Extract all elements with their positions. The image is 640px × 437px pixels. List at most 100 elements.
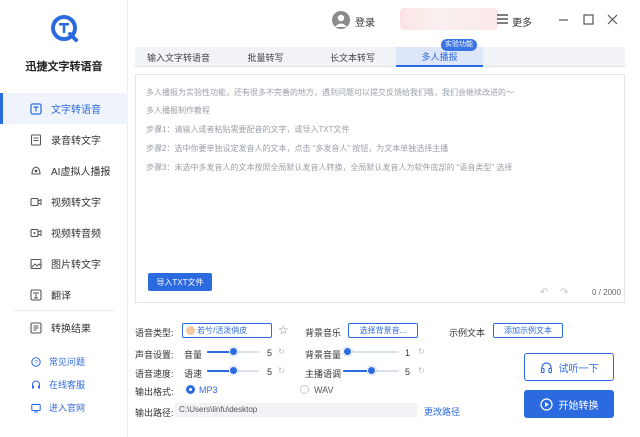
more-menu[interactable]: 更多 xyxy=(512,14,532,29)
speed-slider[interactable] xyxy=(207,365,259,377)
sidebar-item-recording-to-text[interactable]: 录音转文字 xyxy=(0,124,128,155)
tone-slider[interactable] xyxy=(343,365,399,377)
text-editor[interactable]: 多人播报为实验性功能，还有很多不完善的地方，遇到问题可以提交反馈给我们哦，我们会… xyxy=(135,74,625,303)
tab-bar: 输入文字转语音 批量转写 长文本转写 多人播报 xyxy=(135,47,625,67)
format-wav-radio[interactable] xyxy=(300,385,309,394)
text-to-speech-icon xyxy=(30,102,42,115)
undo-icon[interactable]: ↶ xyxy=(540,287,548,298)
reset-volume-icon[interactable]: ↻ xyxy=(278,347,285,356)
support-icon xyxy=(31,380,41,390)
import-txt-button[interactable]: 导入TXT文件 xyxy=(148,273,212,291)
video-audio-icon xyxy=(30,227,42,239)
sidebar-item-translate[interactable]: 翻译 xyxy=(0,279,128,310)
sidebar-item-label: AI虚拟人播报 xyxy=(51,167,111,178)
maximize-icon[interactable] xyxy=(582,13,595,26)
headphones-icon xyxy=(540,361,552,373)
tab-input-text[interactable]: 输入文字转语音 xyxy=(135,47,222,67)
slider-knob[interactable] xyxy=(228,366,238,375)
format-label: 输出格式: xyxy=(135,387,174,397)
editor-hint-line: 步骤3：未选中多发音人的文本按照全局默认发音人转换，全局默认发音人为软件底部的 … xyxy=(146,163,513,172)
bg-volume-slider[interactable] xyxy=(343,346,399,358)
menu-icon[interactable] xyxy=(497,14,508,24)
volume-slider[interactable] xyxy=(207,346,259,358)
slider-knob[interactable] xyxy=(366,366,376,375)
format-mp3-radio[interactable] xyxy=(186,385,195,394)
editor-hint-line: 多人播报为实验性功能，还有很多不完善的地方，遇到问题可以提交反馈给我们哦，我们会… xyxy=(146,88,514,97)
ai-avatar-icon xyxy=(30,165,42,177)
recording-icon xyxy=(30,133,42,146)
voice-select-button[interactable]: 若兮/活泼俏皮 xyxy=(182,323,272,338)
user-avatar-icon[interactable] xyxy=(332,11,350,29)
editor-hint-line: 多人播报制作教程 xyxy=(146,106,210,115)
favorite-star-icon[interactable]: ☆ xyxy=(278,323,289,337)
experimental-badge: 实验功能 xyxy=(441,39,477,51)
tone-label: 主播语调 xyxy=(305,369,342,379)
sample-text-label: 示例文本 xyxy=(449,328,486,338)
link-website[interactable]: 进入官网 xyxy=(0,396,128,419)
sidebar-result-nav: 转换结果 xyxy=(0,312,128,343)
editor-hint-line: 步骤1：请输入或者粘贴需要配音的文字，或导入TXT文件 xyxy=(146,125,350,134)
bg-music-label: 背景音乐 xyxy=(305,328,342,338)
select-bg-music-button[interactable]: 选择背景音... xyxy=(348,323,418,338)
editor-hint-line: 步骤2：选中你要单独设定发音人的文本，点击 “多发音人” 按钮，为文本单独选择主… xyxy=(146,144,449,153)
redo-icon[interactable]: ↷ xyxy=(560,287,568,298)
listen-button-label: 试听一下 xyxy=(558,363,599,375)
sidebar-item-result[interactable]: 转换结果 xyxy=(0,312,128,343)
reset-speed-icon[interactable]: ↻ xyxy=(278,366,285,375)
bg-volume-value: 1 xyxy=(405,348,411,358)
tone-value: 5 xyxy=(405,367,411,377)
slider-knob[interactable] xyxy=(228,347,238,356)
sound-settings-label: 声音设置: xyxy=(135,350,174,360)
slider-knob[interactable] xyxy=(343,347,352,356)
sidebar-item-label: 图片转文字 xyxy=(51,260,101,271)
link-label: 常见问题 xyxy=(49,357,86,367)
minimize-icon[interactable] xyxy=(557,13,570,26)
sidebar-divider xyxy=(14,310,114,311)
sidebar-item-label: 文字转语音 xyxy=(51,105,101,116)
sidebar-item-ai-avatar[interactable]: AI虚拟人播报 xyxy=(0,155,128,186)
link-support[interactable]: 在线客服 xyxy=(0,373,128,396)
login-link[interactable]: 登录 xyxy=(355,14,375,29)
sidebar-links: ? 常见问题 在线客服 进入官网 xyxy=(0,350,128,419)
voice-type-label: 语音类型: xyxy=(135,328,174,338)
play-circle-icon xyxy=(539,397,553,411)
sidebar-item-label: 转换结果 xyxy=(51,324,91,335)
speed-sub-label: 语速 xyxy=(184,369,203,379)
reset-tone-icon[interactable]: ↻ xyxy=(418,366,425,375)
reset-bg-volume-icon[interactable]: ↻ xyxy=(418,347,425,356)
app-name: 迅捷文字转语音 xyxy=(25,61,103,73)
sidebar-item-image-to-text[interactable]: 图片转文字 xyxy=(0,248,128,279)
volume-label: 音量 xyxy=(184,350,203,360)
close-icon[interactable] xyxy=(606,13,619,26)
char-count: 0 / 2000 xyxy=(592,288,621,297)
voice-avatar-icon xyxy=(186,326,195,335)
format-wav-label[interactable]: WAV xyxy=(314,385,334,395)
sidebar: 迅捷文字转语音 文字转语音 录音转文字 AI虚拟人播报 视频转文字 视频转音频 … xyxy=(0,0,128,437)
image-text-icon xyxy=(30,258,42,270)
sidebar-item-label: 视频转文字 xyxy=(51,198,101,209)
start-button-label: 开始转换 xyxy=(558,400,599,412)
add-sample-text-button[interactable]: 添加示例文本 xyxy=(493,323,563,338)
sidebar-item-label: 录音转文字 xyxy=(51,136,101,147)
link-label: 在线客服 xyxy=(49,380,86,390)
tab-long-text[interactable]: 长文本转写 xyxy=(309,47,396,67)
sidebar-item-label: 视频转音频 xyxy=(51,229,101,240)
app-logo-icon xyxy=(51,15,78,42)
output-path-field[interactable]: C:\Users\linfu\desktop xyxy=(175,403,417,417)
tab-batch[interactable]: 批量转写 xyxy=(222,47,309,67)
voice-value: 若兮/活泼俏皮 xyxy=(197,326,248,335)
sidebar-item-video-to-text[interactable]: 视频转文字 xyxy=(0,186,128,217)
listen-button[interactable]: 试听一下 xyxy=(524,353,614,381)
change-path-link[interactable]: 更改路径 xyxy=(424,405,460,418)
sidebar-item-video-to-audio[interactable]: 视频转音频 xyxy=(0,217,128,248)
speed-label: 语音速度: xyxy=(135,369,174,379)
volume-value: 5 xyxy=(267,348,273,358)
format-mp3-label[interactable]: MP3 xyxy=(199,385,218,395)
video-text-icon xyxy=(30,196,42,208)
speed-value: 5 xyxy=(267,367,273,377)
start-convert-button[interactable]: 开始转换 xyxy=(524,390,614,418)
bg-volume-label: 背景音量 xyxy=(305,350,342,360)
blurred-account-info xyxy=(400,8,498,30)
link-faq[interactable]: ? 常见问题 xyxy=(0,350,128,373)
sidebar-item-text-to-speech[interactable]: 文字转语音 xyxy=(0,93,128,124)
